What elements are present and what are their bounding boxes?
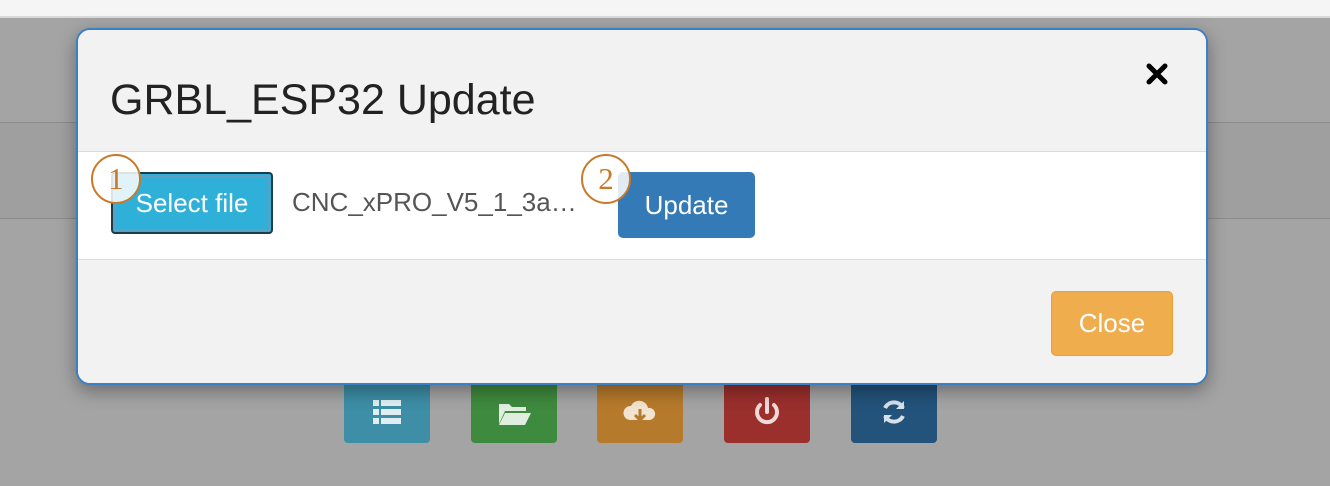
folder-button[interactable] — [471, 380, 557, 443]
update-button[interactable]: Update — [618, 172, 755, 238]
step-marker-1: 1 — [91, 154, 141, 204]
list-icon — [373, 399, 401, 424]
selected-file-name: CNC_xPRO_V5_1_3a… — [292, 187, 577, 217]
cloud-download-button[interactable] — [597, 380, 683, 443]
files-list-button[interactable] — [344, 380, 430, 443]
browser-top-strip — [0, 0, 1330, 18]
step-marker-2: 2 — [581, 154, 631, 204]
refresh-button[interactable] — [851, 380, 937, 443]
cloud-download-icon — [623, 400, 656, 422]
folder-open-icon — [499, 403, 531, 425]
refresh-icon — [883, 399, 905, 424]
close-button[interactable]: Close — [1051, 291, 1173, 356]
power-icon — [755, 396, 779, 424]
dialog-header: GRBL_ESP32 Update — [78, 30, 1206, 152]
dialog-title: GRBL_ESP32 Update — [110, 76, 536, 124]
update-dialog: GRBL_ESP32 Update Select file CNC_xPRO_V… — [76, 28, 1208, 385]
close-icon[interactable] — [1141, 58, 1173, 90]
dialog-footer — [78, 260, 1206, 383]
power-button[interactable] — [724, 380, 810, 443]
